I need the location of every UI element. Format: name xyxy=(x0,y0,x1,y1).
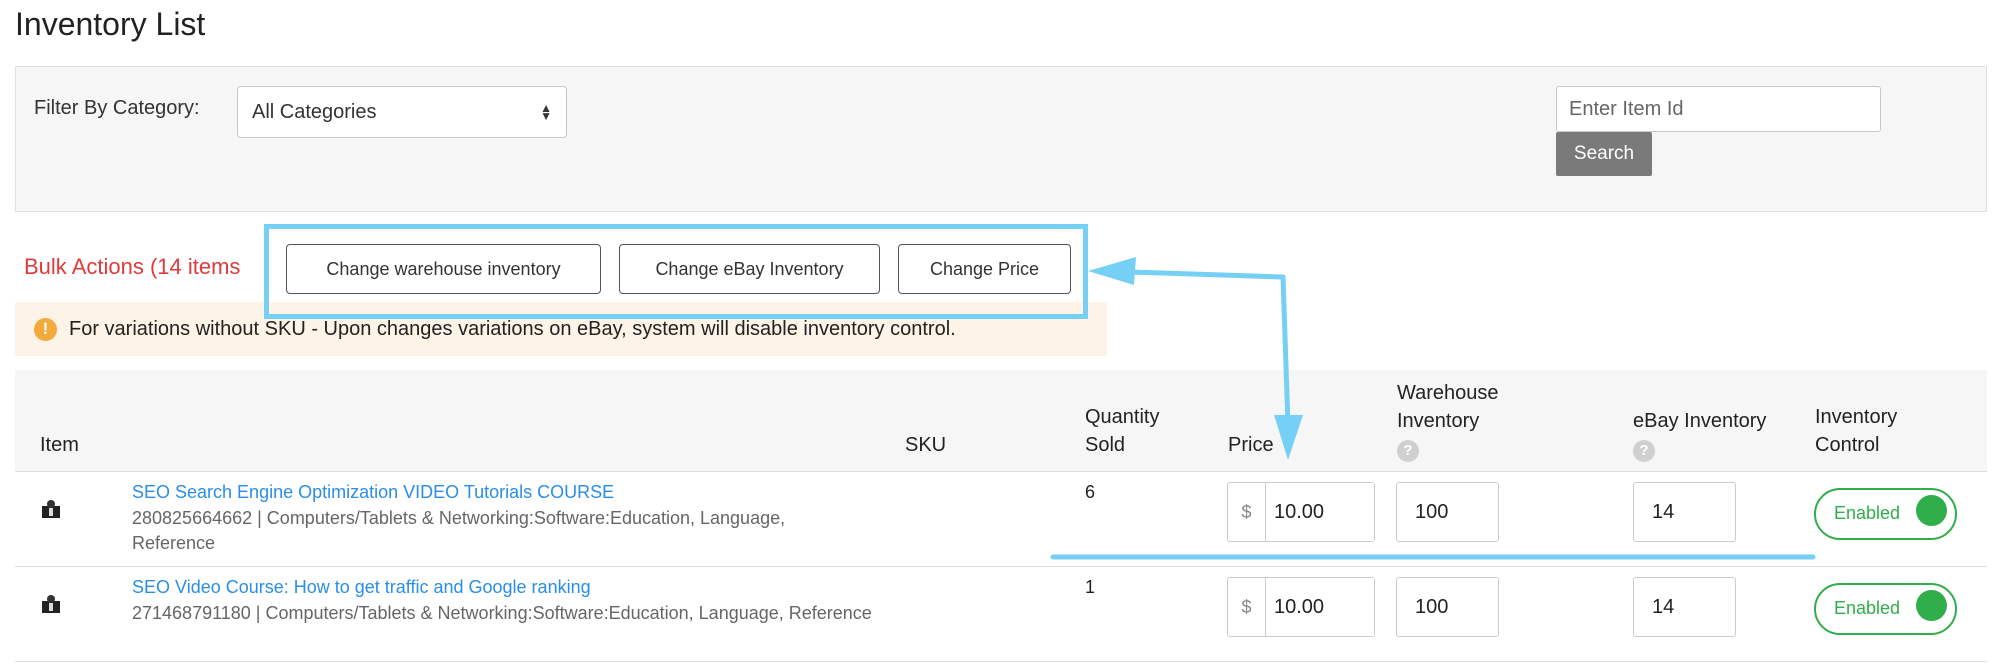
warehouse-inventory-input[interactable] xyxy=(1396,577,1499,637)
change-ebay-inventory-button[interactable]: Change eBay Inventory xyxy=(619,244,880,294)
currency-addon: $ xyxy=(1228,483,1266,541)
currency-addon: $ xyxy=(1228,578,1266,636)
item-meta: 280825664662 | Computers/Tablets & Netwo… xyxy=(132,508,786,553)
ebay-inventory-input[interactable] xyxy=(1633,577,1736,637)
table-row: SEO Search Engine Optimization VIDEO Tut… xyxy=(15,472,1987,567)
change-warehouse-inventory-button[interactable]: Change warehouse inventory xyxy=(286,244,601,294)
item-thumbnail-icon[interactable] xyxy=(40,498,62,520)
item-id-search-input[interactable] xyxy=(1556,86,1881,132)
header-sku: SKU xyxy=(905,434,947,456)
price-input[interactable] xyxy=(1266,483,1374,541)
toggle-knob xyxy=(1916,495,1947,526)
inventory-control-toggle[interactable]: Enabled xyxy=(1814,583,1957,635)
quantity-sold-value: 1 xyxy=(1085,577,1096,597)
variation-notice: ! For variations without SKU - Upon chan… xyxy=(15,302,1107,356)
question-circle-icon[interactable]: ? xyxy=(1633,440,1655,462)
change-price-button[interactable]: Change Price xyxy=(898,244,1071,294)
ebay-inventory-input[interactable] xyxy=(1633,482,1736,542)
category-select-value: All Categories xyxy=(252,100,377,123)
category-select[interactable]: All Categories ▲ ▼ xyxy=(237,86,567,138)
toggle-knob xyxy=(1916,590,1947,621)
bulk-actions-label: Bulk Actions (14 items xyxy=(24,254,241,279)
price-input-group: $ xyxy=(1227,577,1375,637)
exclamation-circle-icon: ! xyxy=(34,317,57,341)
header-quantity-sold: Quantity Sold xyxy=(1085,406,1160,456)
toggle-label: Enabled xyxy=(1834,598,1901,618)
sort-arrows-icon: ▲ ▼ xyxy=(540,101,552,123)
item-thumbnail-icon[interactable] xyxy=(40,593,62,615)
price-input-group: $ xyxy=(1227,482,1375,542)
notice-text: For variations without SKU - Upon change… xyxy=(69,317,956,340)
toggle-label: Enabled xyxy=(1834,503,1901,523)
inventory-control-toggle[interactable]: Enabled xyxy=(1814,488,1957,540)
quantity-sold-value: 6 xyxy=(1085,482,1096,502)
table-header: Item SKU Quantity Sold Price Warehouse I… xyxy=(15,370,1987,472)
header-inventory-control: Inventory Control xyxy=(1815,406,1898,456)
item-title-link[interactable]: SEO Search Engine Optimization VIDEO Tut… xyxy=(132,482,614,503)
header-ebay-inventory: eBay Inventory ? xyxy=(1633,407,1766,463)
header-item: Item xyxy=(40,434,79,456)
table-row: SEO Video Course: How to get traffic and… xyxy=(15,567,1987,662)
annotation-arrowhead-left xyxy=(1088,257,1136,285)
price-input[interactable] xyxy=(1266,578,1374,636)
filter-panel: Filter By Category: All Categories ▲▼ Se… xyxy=(15,66,1987,212)
header-warehouse-inventory: Warehouse Inventory ? xyxy=(1397,379,1499,463)
filter-category-label: Filter By Category: xyxy=(34,97,200,119)
warehouse-inventory-input[interactable] xyxy=(1396,482,1499,542)
item-meta: 271468791180 | Computers/Tablets & Netwo… xyxy=(132,603,872,623)
item-title-link[interactable]: SEO Video Course: How to get traffic and… xyxy=(132,577,591,598)
page-title: Inventory List xyxy=(15,6,206,42)
header-price: Price xyxy=(1228,434,1274,456)
question-circle-icon[interactable]: ? xyxy=(1397,440,1419,462)
search-button[interactable]: Search xyxy=(1556,132,1652,176)
